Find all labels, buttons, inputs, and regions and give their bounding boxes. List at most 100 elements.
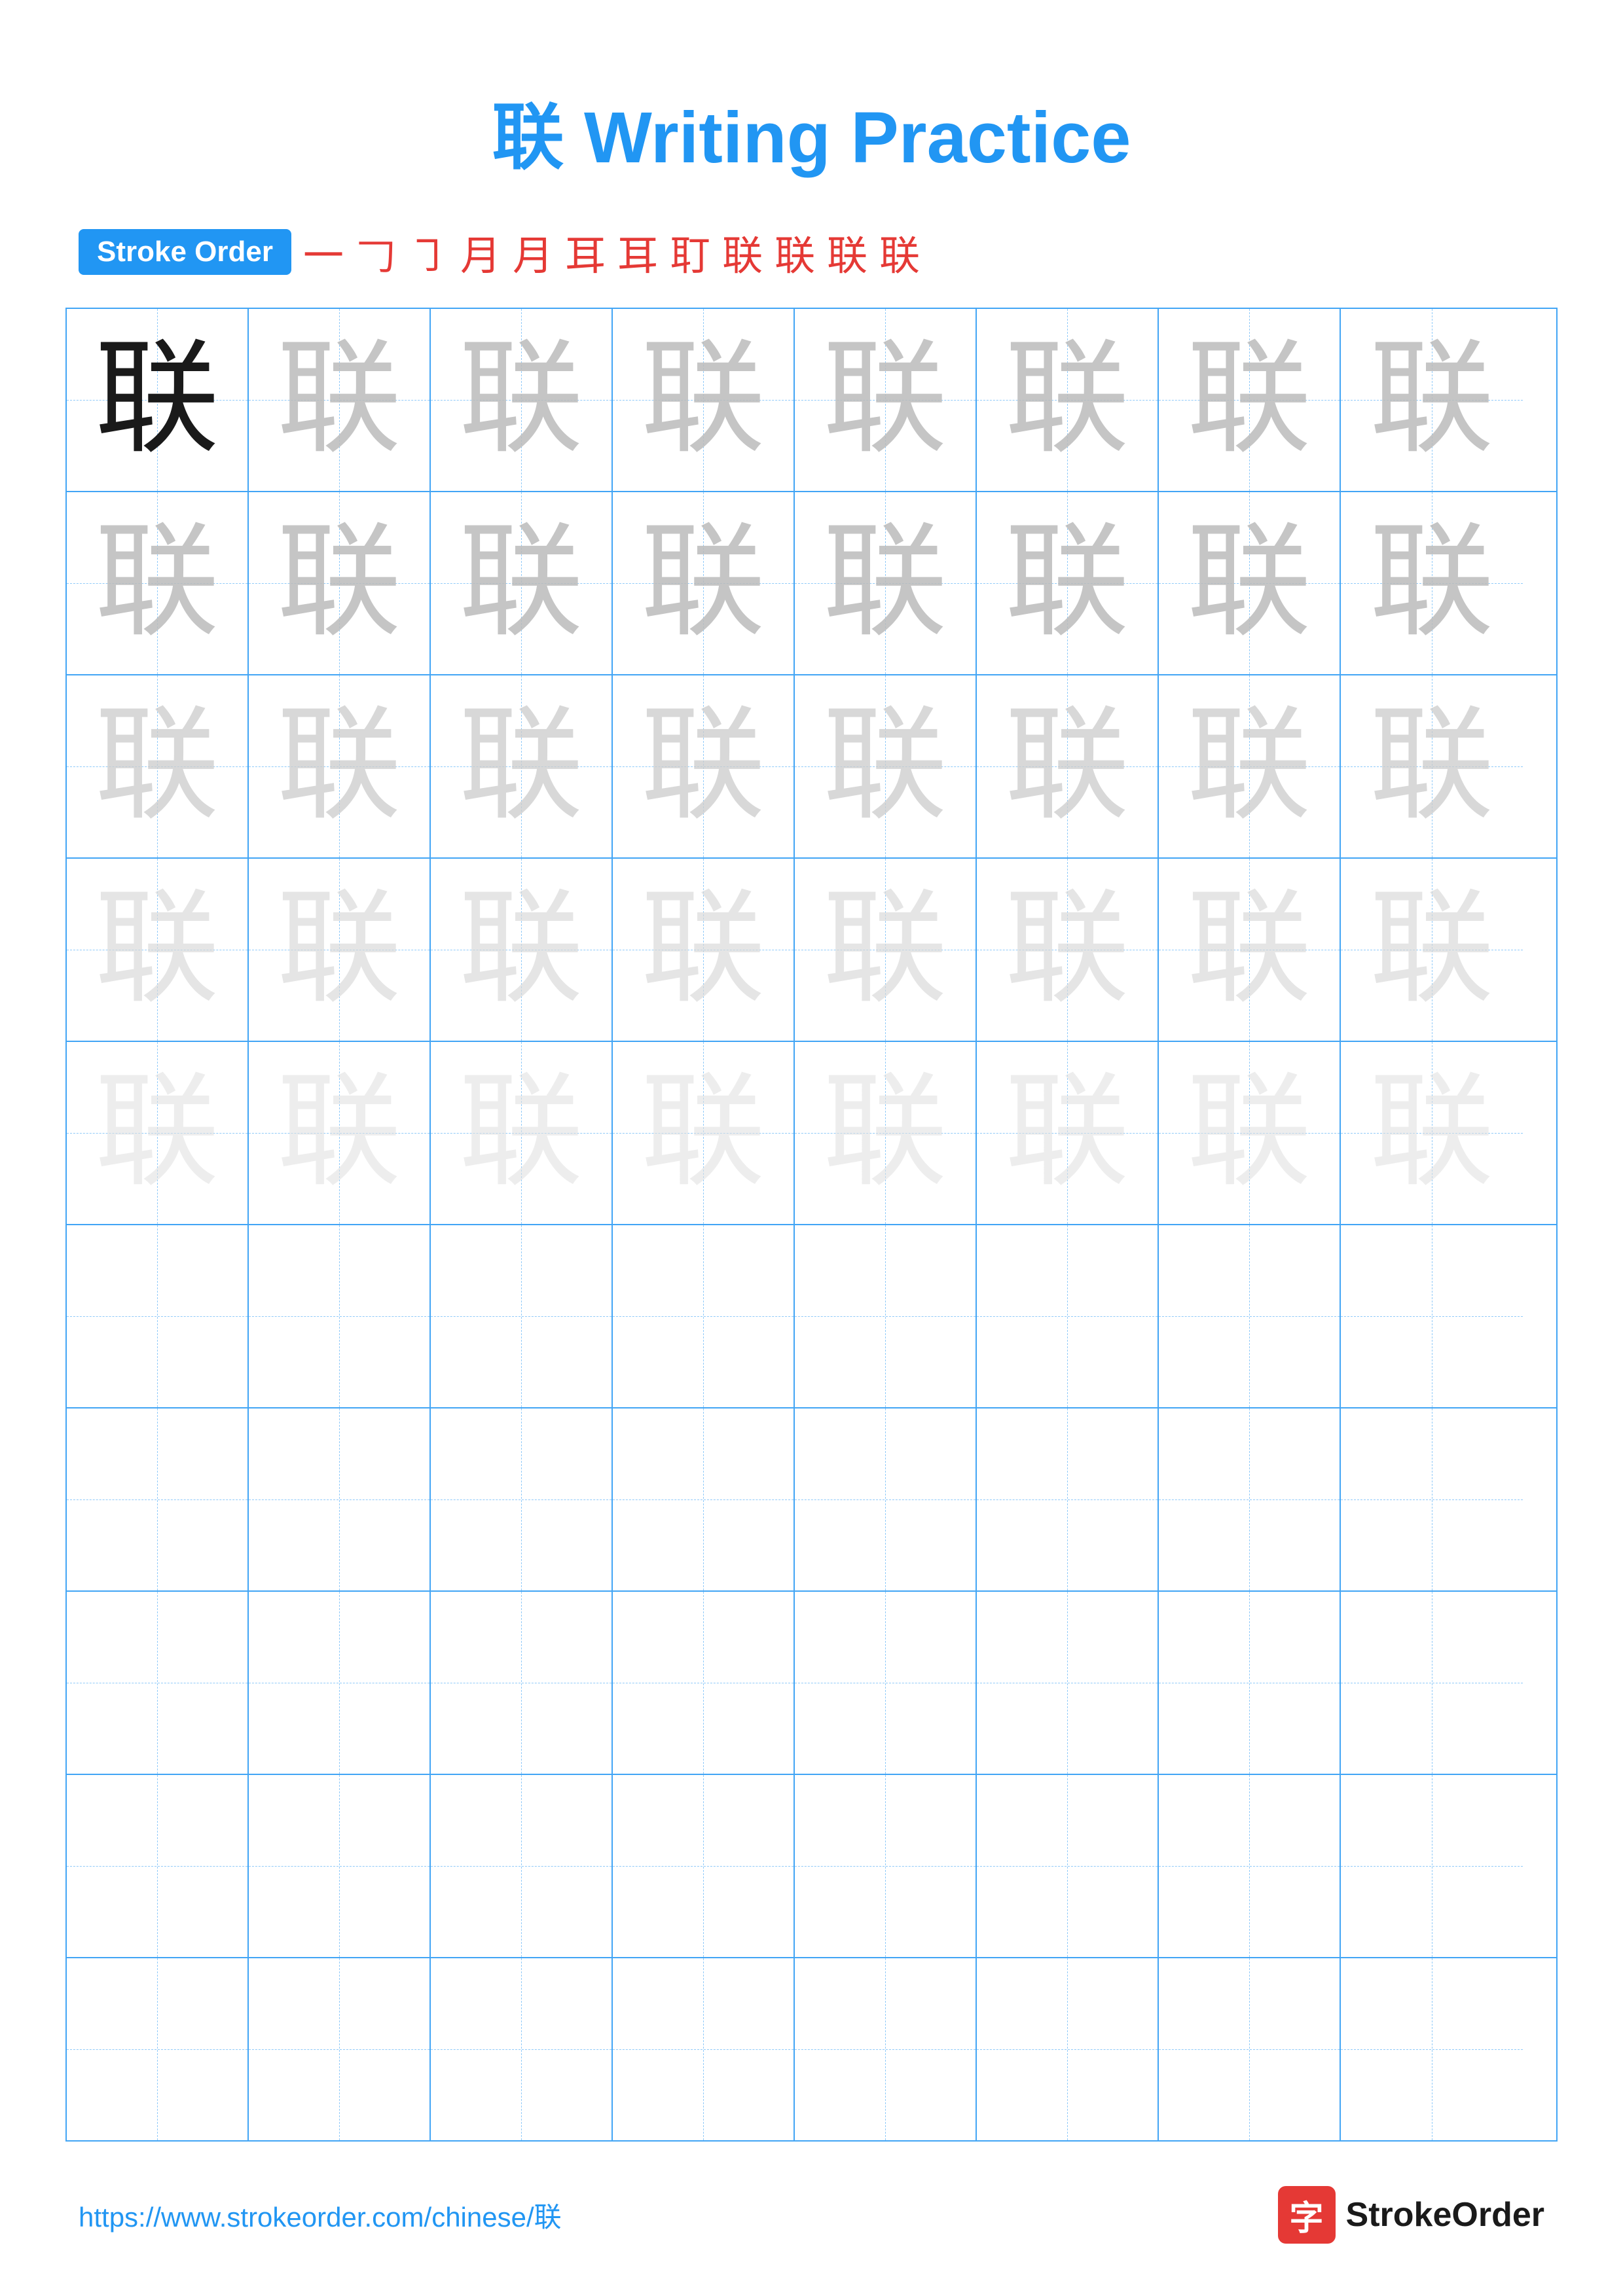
grid-cell-8-8[interactable] [1341, 1592, 1523, 1774]
char-light: 联 [277, 888, 401, 1012]
grid-cell-6-2[interactable] [249, 1225, 431, 1407]
grid-cell-10-6[interactable] [977, 1958, 1159, 2140]
grid-cell-7-6[interactable] [977, 1408, 1159, 1590]
stroke-order-section: Stroke Order 一 𠃌 ㇆ 月 月 耳 耳 耵 联 联 联 联 [0, 223, 1623, 281]
grid-cell-9-1[interactable] [67, 1775, 249, 1957]
grid-cell-2-3: 联 [431, 492, 613, 674]
char-light: 联 [823, 1071, 947, 1195]
char-light: 联 [1187, 888, 1311, 1012]
char-light: 联 [1370, 521, 1494, 645]
grid-cell-10-2[interactable] [249, 1958, 431, 2140]
grid-cell-3-2: 联 [249, 675, 431, 857]
grid-cell-4-3: 联 [431, 859, 613, 1041]
grid-cell-7-7[interactable] [1159, 1408, 1341, 1590]
grid-row-5: 联 联 联 联 联 联 联 联 [67, 1042, 1556, 1225]
grid-cell-10-8[interactable] [1341, 1958, 1523, 2140]
footer: https://www.strokeorder.com/chinese/联 字 … [0, 2186, 1623, 2244]
grid-cell-10-1[interactable] [67, 1958, 249, 2140]
grid-cell-3-1: 联 [67, 675, 249, 857]
grid-cell-8-6[interactable] [977, 1592, 1159, 1774]
grid-row-2: 联 联 联 联 联 联 联 联 [67, 492, 1556, 675]
grid-cell-6-4[interactable] [613, 1225, 795, 1407]
grid-row-1: 联 联 联 联 联 联 联 联 [67, 309, 1556, 492]
grid-cell-7-4[interactable] [613, 1408, 795, 1590]
char-light: 联 [1005, 521, 1129, 645]
grid-cell-1-3: 联 [431, 309, 613, 491]
grid-cell-8-3[interactable] [431, 1592, 613, 1774]
grid-cell-7-5[interactable] [795, 1408, 977, 1590]
grid-cell-10-4[interactable] [613, 1958, 795, 2140]
grid-cell-6-6[interactable] [977, 1225, 1159, 1407]
grid-cell-7-3[interactable] [431, 1408, 613, 1590]
char-light: 联 [641, 888, 765, 1012]
grid-cell-7-2[interactable] [249, 1408, 431, 1590]
grid-cell-6-3[interactable] [431, 1225, 613, 1407]
char-light: 联 [1005, 1071, 1129, 1195]
grid-cell-3-7: 联 [1159, 675, 1341, 857]
char-light: 联 [95, 888, 219, 1012]
grid-cell-9-6[interactable] [977, 1775, 1159, 1957]
grid-cell-8-4[interactable] [613, 1592, 795, 1774]
char-light: 联 [1370, 704, 1494, 829]
grid-cell-8-2[interactable] [249, 1592, 431, 1774]
char-light: 联 [95, 704, 219, 829]
grid-cell-5-8: 联 [1341, 1042, 1523, 1224]
grid-cell-9-3[interactable] [431, 1775, 613, 1957]
char-light: 联 [1005, 888, 1129, 1012]
char-light: 联 [459, 1071, 583, 1195]
stroke-step-4: 月 [460, 223, 501, 281]
grid-cell-3-3: 联 [431, 675, 613, 857]
logo-text: StrokeOrder [1346, 2195, 1544, 2234]
char-light: 联 [277, 704, 401, 829]
grid-cell-9-2[interactable] [249, 1775, 431, 1957]
char-light: 联 [459, 888, 583, 1012]
stroke-step-11: 联 [827, 223, 867, 281]
grid-cell-6-1[interactable] [67, 1225, 249, 1407]
page-title: 联 Writing Practice [0, 0, 1623, 223]
char-light: 联 [1187, 521, 1311, 645]
char-light: 联 [1187, 1071, 1311, 1195]
grid-cell-10-5[interactable] [795, 1958, 977, 2140]
grid-cell-3-4: 联 [613, 675, 795, 857]
char-light: 联 [641, 521, 765, 645]
footer-url[interactable]: https://www.strokeorder.com/chinese/联 [79, 2195, 562, 2235]
char-light: 联 [459, 338, 583, 462]
grid-cell-9-7[interactable] [1159, 1775, 1341, 1957]
grid-cell-9-4[interactable] [613, 1775, 795, 1957]
grid-cell-1-2: 联 [249, 309, 431, 491]
grid-cell-5-7: 联 [1159, 1042, 1341, 1224]
grid-row-6 [67, 1225, 1556, 1408]
grid-cell-1-7: 联 [1159, 309, 1341, 491]
grid-cell-10-3[interactable] [431, 1958, 613, 2140]
grid-cell-5-1: 联 [67, 1042, 249, 1224]
grid-cell-4-2: 联 [249, 859, 431, 1041]
grid-cell-1-6: 联 [977, 309, 1159, 491]
grid-cell-7-1[interactable] [67, 1408, 249, 1590]
grid-row-9 [67, 1775, 1556, 1958]
stroke-step-5: 月 [513, 223, 553, 281]
grid-cell-8-5[interactable] [795, 1592, 977, 1774]
stroke-step-7: 耳 [617, 223, 658, 281]
grid-cell-9-8[interactable] [1341, 1775, 1523, 1957]
char-light: 联 [95, 521, 219, 645]
grid-cell-8-1[interactable] [67, 1592, 249, 1774]
char-light: 联 [823, 704, 947, 829]
grid-cell-10-7[interactable] [1159, 1958, 1341, 2140]
grid-cell-8-7[interactable] [1159, 1592, 1341, 1774]
char-light: 联 [459, 704, 583, 829]
grid-cell-6-5[interactable] [795, 1225, 977, 1407]
char-light: 联 [641, 338, 765, 462]
grid-cell-3-5: 联 [795, 675, 977, 857]
char-light: 联 [1370, 338, 1494, 462]
grid-cell-5-2: 联 [249, 1042, 431, 1224]
grid-cell-6-7[interactable] [1159, 1225, 1341, 1407]
char-light: 联 [1187, 704, 1311, 829]
grid-cell-6-8[interactable] [1341, 1225, 1523, 1407]
grid-cell-4-1: 联 [67, 859, 249, 1041]
grid-cell-9-5[interactable] [795, 1775, 977, 1957]
char-light: 联 [1005, 338, 1129, 462]
main-title: 联 Writing Practice [0, 79, 1623, 183]
grid-cell-2-5: 联 [795, 492, 977, 674]
grid-cell-7-8[interactable] [1341, 1408, 1523, 1590]
grid-cell-5-3: 联 [431, 1042, 613, 1224]
